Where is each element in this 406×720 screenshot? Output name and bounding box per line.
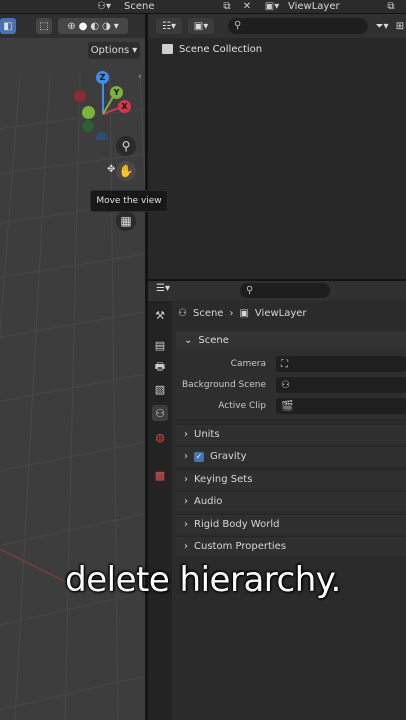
viewport-header: ◧ ⬚ ⊕ ● ◐ ◑ ▾ [0,14,145,38]
chevron-down-icon[interactable]: ▾ [114,21,119,32]
camera-icon: ⛶ [281,358,288,370]
y-axis-icon[interactable]: Y [110,86,123,99]
output-tab-icon[interactable]: 🖶 [152,359,168,375]
options-label: Options [90,45,130,56]
chevron-right-icon: › [184,451,188,462]
properties-search-input[interactable]: ⚲ [240,283,330,298]
tool-tab-icon[interactable]: ⚒ [152,307,168,323]
copy-scene-icon[interactable]: ⧉ [220,0,234,13]
3d-viewport[interactable]: ◧ ⬚ ⊕ ● ◐ ◑ ▾ Options ▾ ‹ Z Y X ⚲ ✋ ✥ ▦ [0,14,145,720]
keying-sets-panel[interactable]: › Keying Sets [176,469,406,489]
view-layer-tab-icon[interactable]: ▧ [152,381,168,397]
chevron-right-icon: › [184,541,188,552]
search-input[interactable]: ⚲ [228,18,368,34]
move-cursor-icon: ✥ [107,164,116,175]
keying-sets-label: Keying Sets [194,474,253,485]
custom-properties-panel[interactable]: › Custom Properties [176,536,406,556]
collection-icon [162,44,173,54]
rendered-icon[interactable]: ◑ [102,21,111,32]
display-mode-icon[interactable]: ▣▾ [188,18,214,34]
scene-collection-item[interactable]: Scene Collection [162,42,262,56]
scene-panel-body: Camera ⛶ Background Scene ⚇ Active Clip … [176,349,406,419]
rigid-body-world-label: Rigid Body World [194,519,280,530]
units-panel[interactable]: › Units [176,424,406,444]
top-bar: ⚇▾ Scene ⧉ ✕ ▣▾ ViewLayer ⧉ [0,0,406,14]
filter-icon[interactable]: ⏷▾ [372,18,392,34]
background-scene-label: Background Scene [182,380,266,390]
shading-modes[interactable]: ⊕ ● ◐ ◑ ▾ [58,18,128,34]
chevron-right-icon: › [184,429,188,440]
outliner-header: ☷▾ ▣▾ ⚲ ⏷▾ ⊞ [148,14,406,38]
units-label: Units [194,429,220,440]
gravity-label: Gravity [210,451,247,462]
hand-pan-icon[interactable]: ✋ [116,161,136,181]
options-dropdown[interactable]: Options ▾ [88,42,140,59]
scene-collection-label: Scene Collection [179,43,263,55]
chevron-right-icon: › [184,496,188,507]
scene-panel-header[interactable]: ⌄ Scene [176,331,406,349]
viewport-mode-icon[interactable]: ◧ [0,18,16,34]
scene-icon: ⚇ [281,379,290,391]
chevron-right-icon: › [184,519,188,530]
search-icon: ⚲ [234,20,242,31]
gravity-panel[interactable]: › ✓ Gravity [176,446,406,466]
chevron-down-icon: ⌄ [184,334,193,346]
close-icon[interactable]: ✕ [240,0,254,13]
gravity-checkbox[interactable]: ✓ [194,451,204,462]
active-clip-field[interactable]: 🎬 [276,398,406,414]
x-axis-icon[interactable]: X [118,100,131,113]
scene-name[interactable]: Scene [124,0,155,13]
clip-icon: 🎬 [281,400,294,412]
texture-tab-icon[interactable]: ▩ [152,467,168,483]
scene-icon: ⚇ [178,307,187,319]
scene-tab-icon[interactable]: ⚇ [152,405,168,421]
render-tab-icon[interactable]: ▤ [152,337,168,353]
editor-type-icon[interactable]: ☷▾ [156,18,182,34]
chevron-right-icon: › [229,307,234,319]
background-scene-row: Background Scene ⚇ [176,376,406,394]
chevron-down-icon: ▾ [132,45,138,56]
rigid-body-world-panel[interactable]: › Rigid Body World [176,514,406,534]
overlay-icon[interactable]: ⬚ [36,18,52,34]
breadcrumb-scene: Scene [192,307,224,319]
camera-field[interactable]: ⛶ [276,356,406,372]
search-icon: ⚲ [246,285,254,296]
viewlayer-name[interactable]: ViewLayer [288,0,340,13]
chevron-right-icon: › [184,474,188,485]
audio-label: Audio [194,496,223,507]
active-clip-label: Active Clip [218,401,266,411]
breadcrumb-viewlayer: ViewLayer [254,307,307,319]
outliner: ☷▾ ▣▾ ⚲ ⏷▾ ⊞ Scene Collection [148,14,406,279]
world-tab-icon[interactable]: ◍ [152,429,168,445]
viewlayer-icon: ▣ [239,307,249,319]
wireframe-icon[interactable]: ⊕ [67,21,75,32]
scene-panel-title: Scene [198,334,229,346]
custom-properties-label: Custom Properties [194,541,287,552]
scene-icon[interactable]: ⚇▾ [94,0,114,13]
viewlayer-icon[interactable]: ▣▾ [262,0,282,13]
tooltip: Move the view [90,190,168,212]
editor-type-icon[interactable]: ☰▾ [156,283,178,298]
breadcrumb: ⚇ Scene › ▣ ViewLayer [178,305,307,321]
material-icon[interactable]: ◐ [90,21,99,32]
zoom-icon[interactable]: ⚲ [116,136,136,156]
new-collection-icon[interactable]: ⊞ [394,18,406,34]
copy-viewlayer-icon[interactable]: ⧉ [384,0,398,13]
camera-view-icon[interactable]: ▦ [116,211,136,231]
audio-panel[interactable]: › Audio [176,491,406,511]
properties-editor: ☰▾ ⚲ ⚒ ▤ 🖶 ▧ ⚇ ◍ ▩ ⚇ Scene › ▣ ViewLayer… [148,281,406,720]
neg-y-axis-icon[interactable] [82,106,95,119]
active-clip-row: Active Clip 🎬 [176,397,406,415]
camera-label: Camera [230,359,266,369]
solid-icon[interactable]: ● [79,21,88,32]
video-caption: delete hierarchy. [65,560,341,600]
z-axis-icon[interactable]: Z [96,71,109,84]
camera-row: Camera ⛶ [176,355,406,373]
properties-tabs: ⚒ ▤ 🖶 ▧ ⚇ ◍ ▩ [148,301,172,720]
background-scene-field[interactable]: ⚇ [276,377,406,393]
properties-header: ☰▾ ⚲ [148,281,406,301]
